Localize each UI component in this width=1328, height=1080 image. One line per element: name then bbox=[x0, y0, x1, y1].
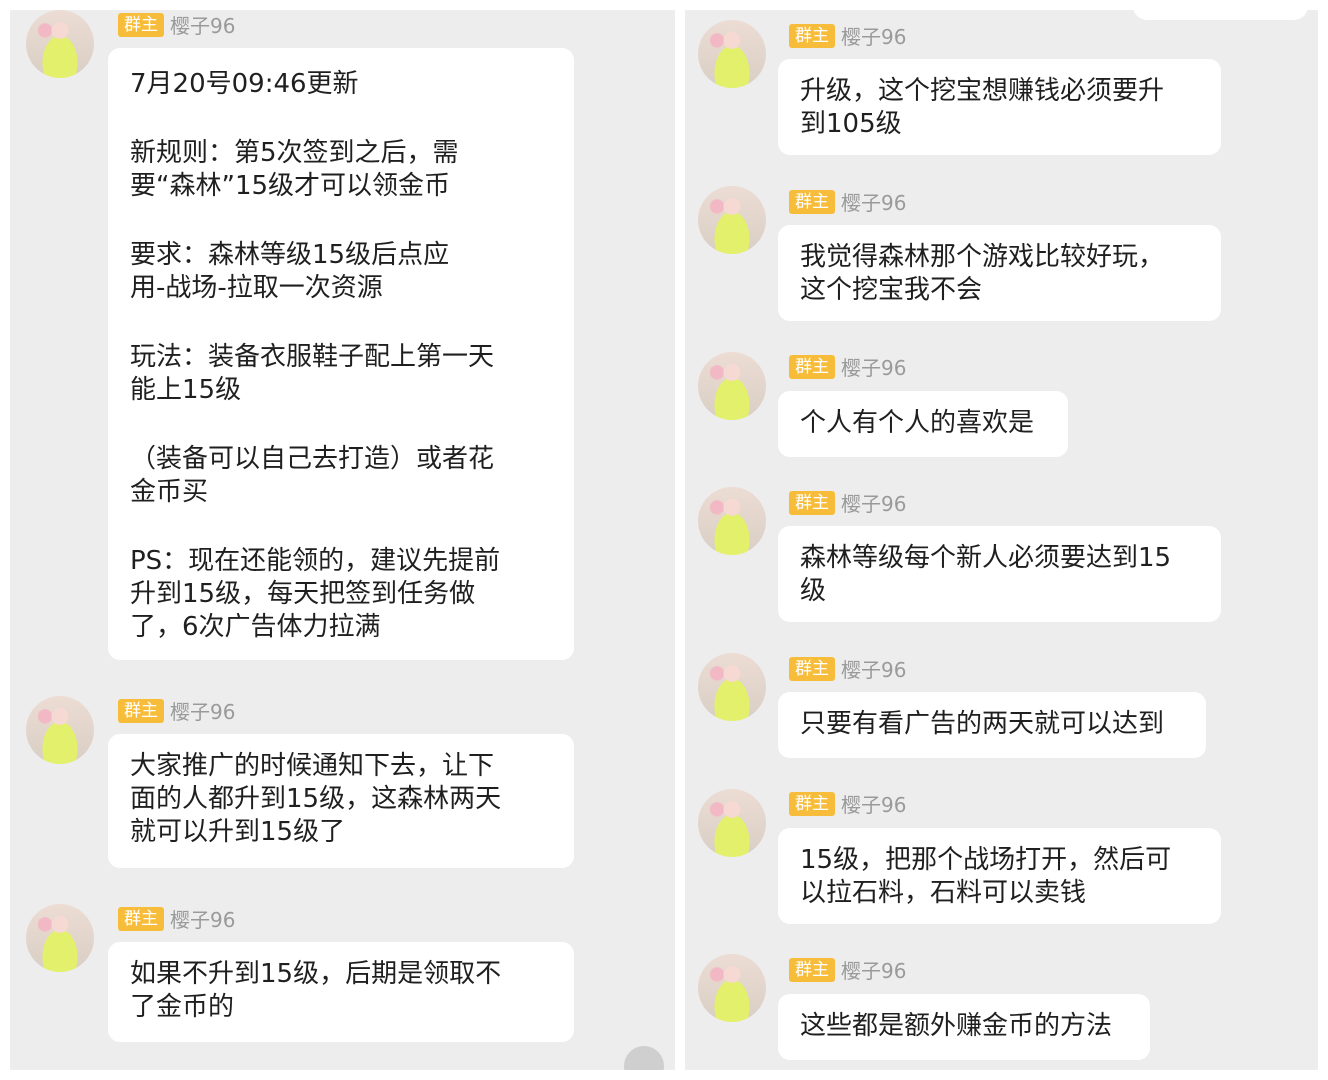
sender-name: 樱子96 bbox=[841, 492, 907, 516]
message-text: 森林等级每个新人必须要达到15 级 bbox=[800, 543, 1172, 606]
sender-name: 樱子96 bbox=[841, 25, 907, 49]
message-bubble[interactable]: 我觉得森林那个游戏比较好玩， 这个挖宝我不会 bbox=[778, 225, 1221, 321]
owner-badge: 群主 bbox=[118, 906, 164, 931]
sender-header: 群主 樱子96 bbox=[118, 904, 235, 933]
sender-name: 樱子96 bbox=[841, 959, 907, 983]
owner-badge: 群主 bbox=[789, 656, 835, 681]
owner-badge: 群主 bbox=[789, 490, 835, 515]
owner-badge: 群主 bbox=[789, 354, 835, 379]
message-bubble[interactable]: 只要有看广告的两天就可以达到 bbox=[778, 692, 1206, 758]
message-bubble[interactable]: 15级，把那个战场打开，然后可 以拉石料，石料可以卖钱 bbox=[778, 828, 1221, 924]
message-text: 要求：森林等级15级后点应 用-战场-拉取一次资源 bbox=[130, 240, 450, 303]
message-bubble[interactable] bbox=[1133, 10, 1308, 20]
owner-badge: 群主 bbox=[789, 957, 835, 982]
scroll-down-button[interactable] bbox=[624, 1046, 664, 1070]
message-bubble[interactable]: 森林等级每个新人必须要达到15 级 bbox=[778, 526, 1221, 622]
message-text: 我觉得森林那个游戏比较好玩， 这个挖宝我不会 bbox=[800, 242, 1165, 305]
message-bubble[interactable]: 这些都是额外赚金币的方法 bbox=[778, 994, 1150, 1060]
message-bubble[interactable]: 如果不升到15级，后期是领取不 了金币的 bbox=[108, 942, 574, 1042]
message-bubble[interactable]: 升级，这个挖宝想赚钱必须要升 到105级 bbox=[778, 59, 1221, 155]
message-text: 玩法：装备衣服鞋子配上第一天 能上15级 bbox=[130, 342, 495, 405]
message-bubble[interactable]: 个人有个人的喜欢是 bbox=[778, 391, 1068, 457]
avatar[interactable] bbox=[26, 10, 94, 78]
message-bubble[interactable]: 大家推广的时候通知下去，让下 面的人都升到15级，这森林两天 就可以升到15级了 bbox=[108, 734, 574, 868]
sender-header: 群主 樱子96 bbox=[789, 789, 906, 818]
message-text: 这些都是额外赚金币的方法 bbox=[800, 1011, 1113, 1041]
sender-name: 樱子96 bbox=[841, 793, 907, 817]
message-bubble[interactable]: 7月20号09:46更新 新规则：第5次签到之后，需 要“森林”15级才可以领金… bbox=[108, 48, 574, 660]
avatar[interactable] bbox=[26, 696, 94, 764]
avatar[interactable] bbox=[698, 954, 766, 1022]
sender-name: 樱子96 bbox=[170, 700, 236, 724]
message-text: 大家推广的时候通知下去，让下 面的人都升到15级，这森林两天 就可以升到15级了 bbox=[130, 751, 502, 847]
sender-header: 群主 樱子96 bbox=[789, 488, 906, 517]
sender-name: 樱子96 bbox=[841, 658, 907, 682]
avatar[interactable] bbox=[698, 653, 766, 721]
message-text: 升级，这个挖宝想赚钱必须要升 到105级 bbox=[800, 76, 1165, 139]
avatar[interactable] bbox=[698, 352, 766, 420]
avatar[interactable] bbox=[26, 904, 94, 972]
sender-header: 群主 樱子96 bbox=[789, 352, 906, 381]
sender-header: 群主 樱子96 bbox=[789, 187, 906, 216]
message-text: 7月20号09:46更新 bbox=[130, 69, 359, 99]
message-text: 个人有个人的喜欢是 bbox=[800, 408, 1035, 438]
message-text: 15级，把那个战场打开，然后可 以拉石料，石料可以卖钱 bbox=[800, 845, 1172, 908]
sender-header: 群主 樱子96 bbox=[789, 654, 906, 683]
owner-badge: 群主 bbox=[118, 12, 164, 37]
owner-badge: 群主 bbox=[789, 23, 835, 48]
owner-badge: 群主 bbox=[789, 791, 835, 816]
owner-badge: 群主 bbox=[789, 189, 835, 214]
left-chat-panel: 群主 樱子96 7月20号09:46更新 新规则：第5次签到之后，需 要“森林”… bbox=[10, 10, 675, 1070]
sender-header: 群主 樱子96 bbox=[118, 696, 235, 725]
message-text: 只要有看广告的两天就可以达到 bbox=[800, 709, 1165, 739]
sender-name: 樱子96 bbox=[841, 191, 907, 215]
sender-name: 樱子96 bbox=[170, 908, 236, 932]
right-chat-panel: 群主 樱子96 升级，这个挖宝想赚钱必须要升 到105级 群主 樱子96 我觉得… bbox=[685, 10, 1318, 1070]
avatar[interactable] bbox=[698, 186, 766, 254]
message-text: PS：现在还能领的，建议先提前 升到15级，每天把签到任务做 了，6次广告体力拉… bbox=[130, 546, 501, 642]
sender-name: 樱子96 bbox=[170, 14, 236, 38]
message-text: （装备可以自己去打造）或者花 金币买 bbox=[130, 444, 495, 507]
sender-header: 群主 樱子96 bbox=[789, 21, 906, 50]
avatar[interactable] bbox=[698, 20, 766, 88]
avatar[interactable] bbox=[698, 789, 766, 857]
sender-name: 樱子96 bbox=[841, 356, 907, 380]
owner-badge: 群主 bbox=[118, 698, 164, 723]
sender-header: 群主 樱子96 bbox=[118, 10, 235, 39]
avatar[interactable] bbox=[698, 487, 766, 555]
message-text: 如果不升到15级，后期是领取不 了金币的 bbox=[130, 959, 502, 1022]
sender-header: 群主 樱子96 bbox=[789, 955, 906, 984]
message-text: 新规则：第5次签到之后，需 要“森林”15级才可以领金币 bbox=[130, 138, 459, 201]
